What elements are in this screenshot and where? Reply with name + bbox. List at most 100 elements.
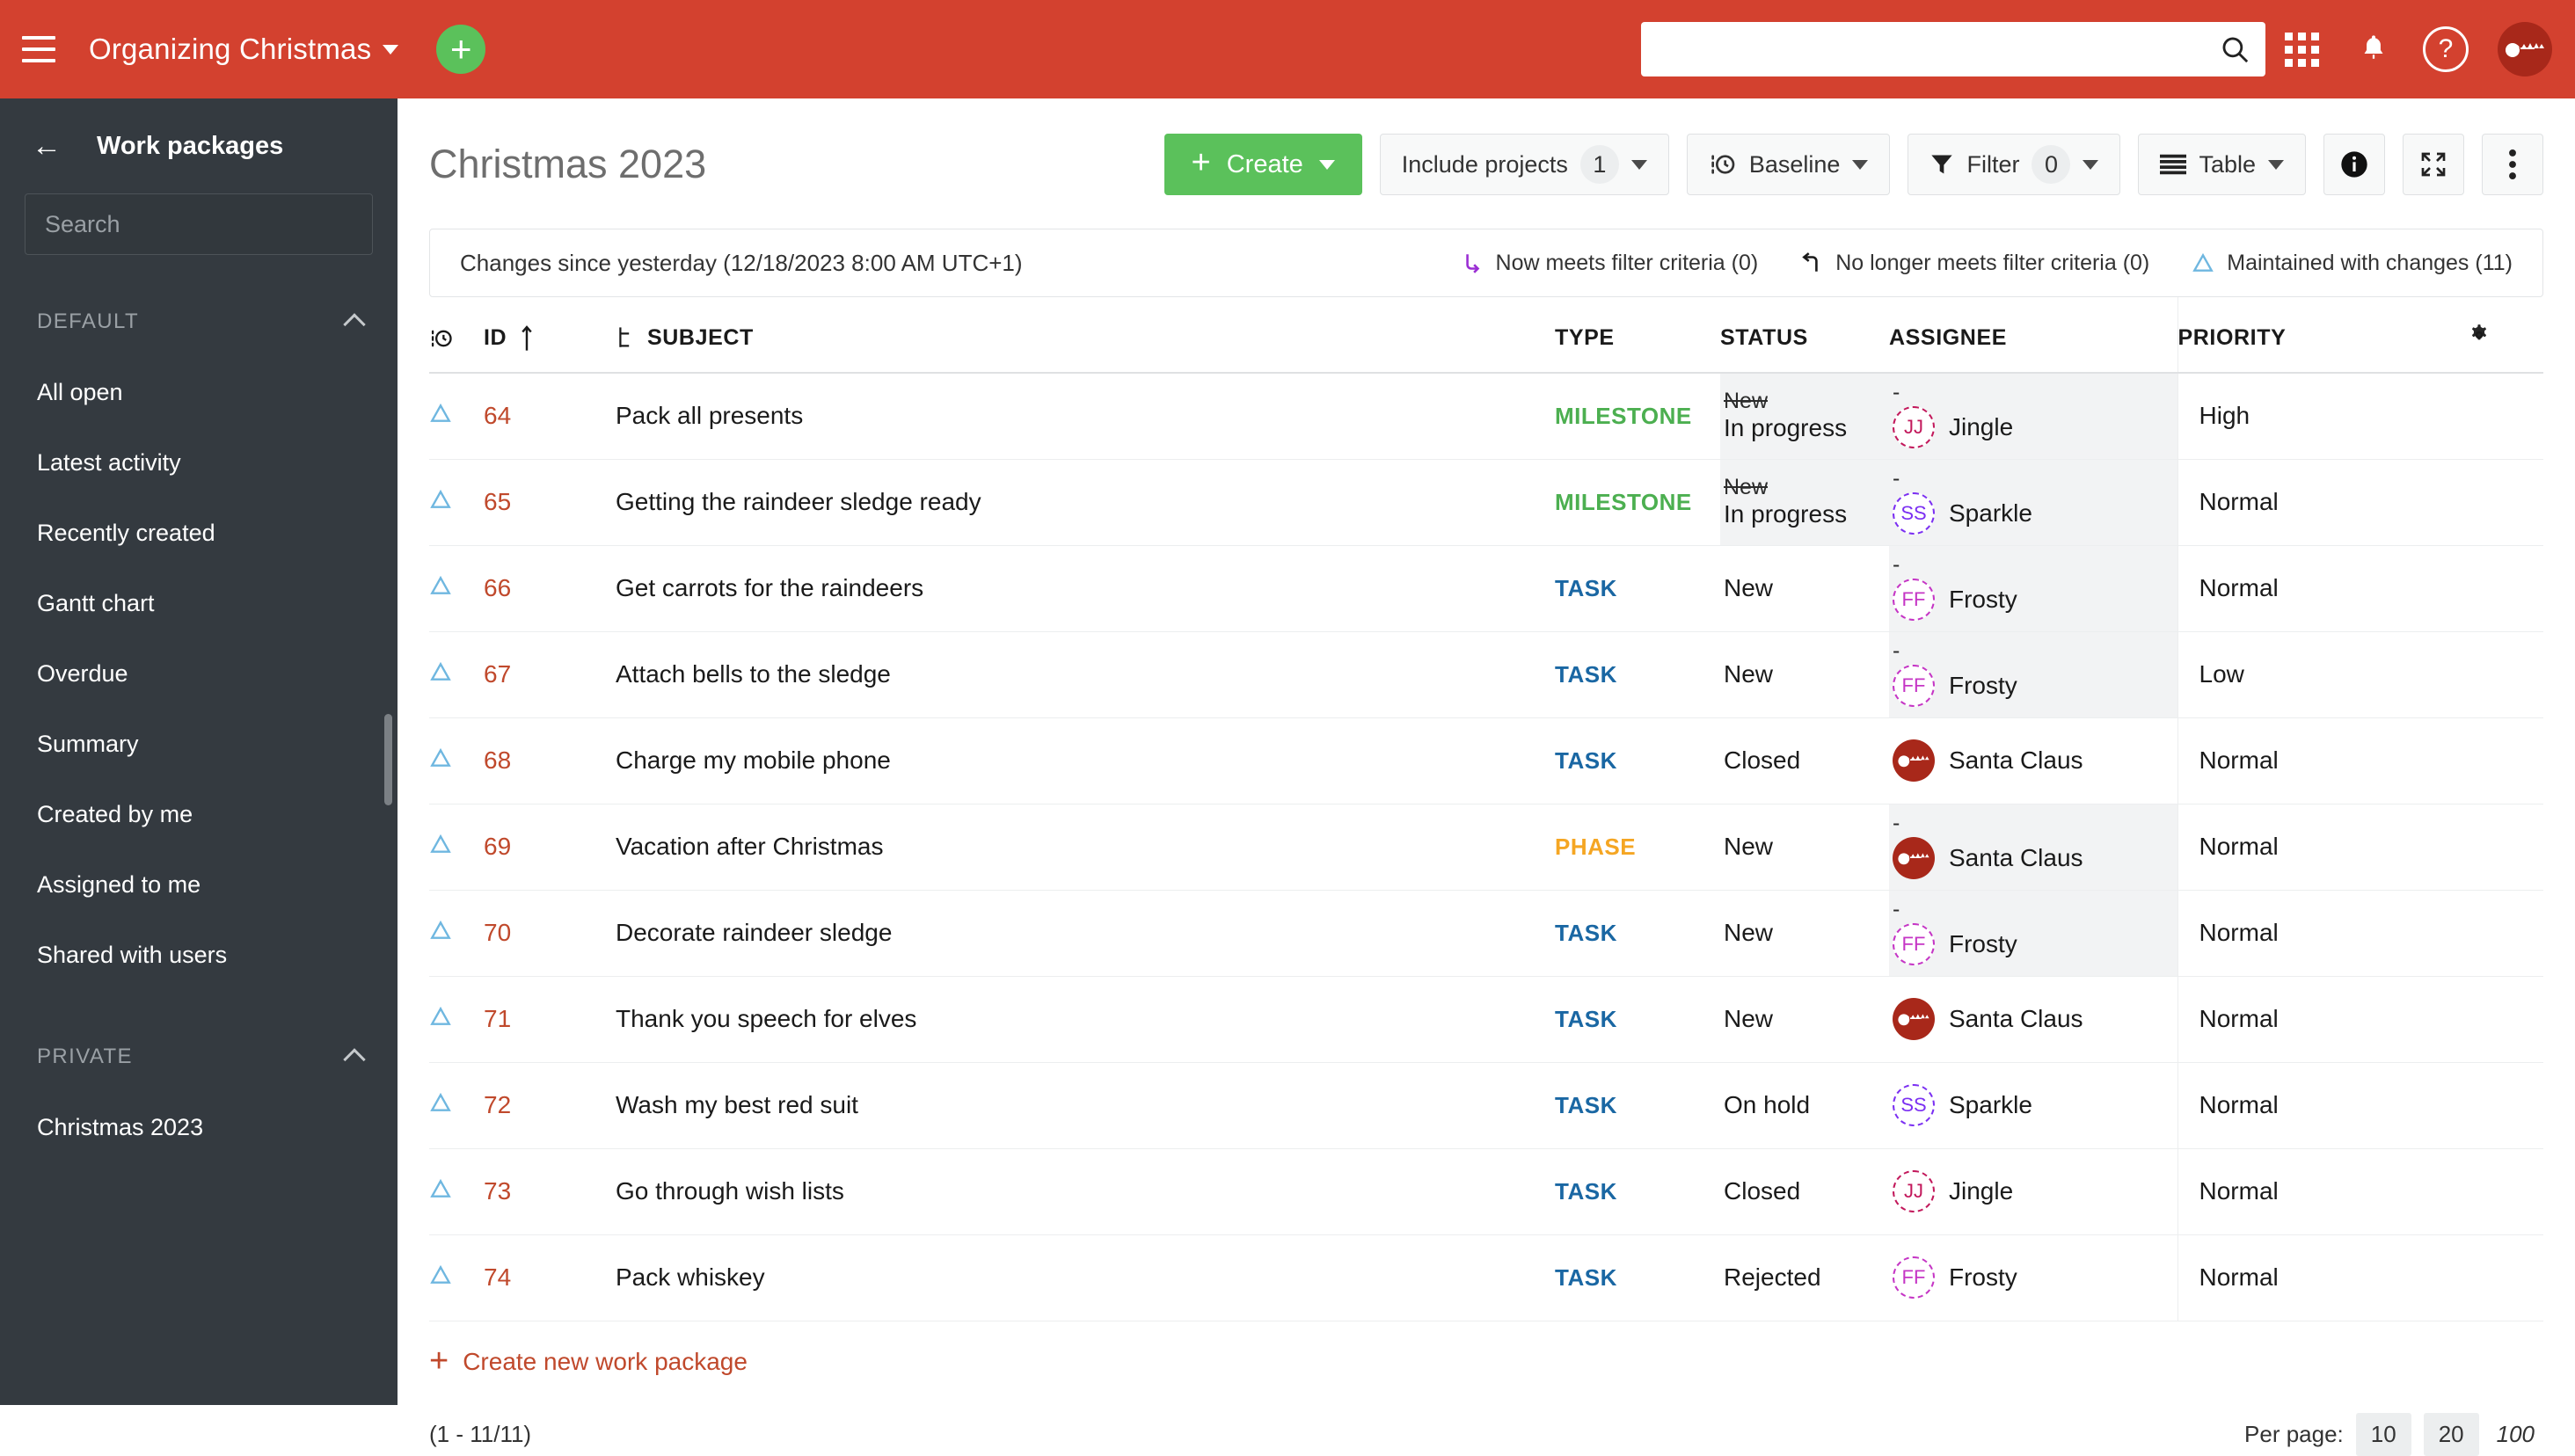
row-subject[interactable]: Vacation after Christmas <box>616 833 884 860</box>
baseline-button[interactable]: Baseline <box>1686 134 1891 195</box>
row-assignee[interactable]: - FF Frosty <box>1889 640 2177 707</box>
row-subject[interactable]: Decorate raindeer sledge <box>616 919 892 946</box>
more-menu-button[interactable] <box>2482 134 2543 195</box>
row-subject[interactable]: Get carrots for the raindeers <box>616 574 923 601</box>
help-button[interactable]: ? <box>2410 26 2482 72</box>
table-row[interactable]: 72 Wash my best red suit TASK On hold SS Spar… <box>429 1062 2543 1149</box>
sidebar-item-summary[interactable]: Summary <box>0 709 398 779</box>
row-type[interactable]: MILESTONE <box>1555 403 1692 429</box>
row-subject[interactable]: Attach bells to the sledge <box>616 660 891 688</box>
row-subject[interactable]: Thank you speech for elves <box>616 1005 916 1032</box>
row-assignee[interactable]: - FF Frosty <box>1889 899 2177 965</box>
row-subject[interactable]: Charge my mobile phone <box>616 746 891 774</box>
sidebar-search-input[interactable] <box>45 210 356 238</box>
arrow-left-icon[interactable]: ← <box>32 131 62 161</box>
row-type[interactable]: TASK <box>1555 1178 1617 1205</box>
row-type[interactable]: TASK <box>1555 920 1617 946</box>
table-row[interactable]: 69 Vacation after Christmas PHASE New - Santa… <box>429 804 2543 891</box>
row-id-link[interactable]: 64 <box>484 402 511 429</box>
modules-button[interactable] <box>2265 32 2338 67</box>
row-status[interactable]: New <box>1720 660 1889 688</box>
row-priority[interactable]: Normal <box>2199 919 2279 946</box>
row-status[interactable]: New <box>1720 1005 1889 1033</box>
row-status[interactable]: New <box>1720 833 1889 861</box>
sidebar-item-overdue[interactable]: Overdue <box>0 638 398 709</box>
row-status[interactable]: New In progress <box>1720 476 1889 528</box>
row-assignee[interactable]: Santa Claus <box>1889 998 2177 1040</box>
row-id-link[interactable]: 69 <box>484 833 511 860</box>
search-icon[interactable] <box>2220 34 2250 64</box>
sidebar-item-created-by-me[interactable]: Created by me <box>0 779 398 849</box>
row-type[interactable]: TASK <box>1555 747 1617 774</box>
row-subject[interactable]: Go through wish lists <box>616 1177 844 1205</box>
row-id-link[interactable]: 66 <box>484 574 511 601</box>
row-type[interactable]: TASK <box>1555 1006 1617 1032</box>
table-row[interactable]: 70 Decorate raindeer sledge TASK New - FF Fros… <box>429 890 2543 977</box>
row-status[interactable]: Closed <box>1720 1177 1889 1205</box>
column-header-settings[interactable] <box>2468 297 2543 374</box>
row-status[interactable]: New In progress <box>1720 389 1889 442</box>
sidebar-scrollbar[interactable] <box>384 714 392 805</box>
row-priority[interactable]: Normal <box>2199 488 2279 515</box>
column-header-type[interactable]: TYPE <box>1555 297 1720 374</box>
row-type[interactable]: PHASE <box>1555 834 1636 860</box>
row-priority[interactable]: Normal <box>2199 1091 2279 1118</box>
row-status[interactable]: New <box>1720 574 1889 602</box>
sidebar-section-private[interactable]: PRIVATE <box>0 1022 398 1092</box>
sidebar-item-latest-activity[interactable]: Latest activity <box>0 427 398 498</box>
row-priority[interactable]: Normal <box>2199 1177 2279 1205</box>
column-header-assignee[interactable]: ASSIGNEE <box>1889 297 2177 374</box>
row-assignee[interactable]: FF Frosty <box>1889 1256 2177 1299</box>
column-header-subject[interactable]: SUBJECT <box>616 297 1555 374</box>
global-search[interactable] <box>1641 22 2265 76</box>
create-button[interactable]: + Create <box>1163 134 1362 195</box>
row-assignee[interactable]: - FF Frosty <box>1889 554 2177 621</box>
view-table-button[interactable]: Table <box>2138 134 2306 195</box>
sidebar-item-shared-with-users[interactable]: Shared with users <box>0 920 398 990</box>
column-header-id[interactable]: ID <box>484 297 616 374</box>
row-status[interactable]: Rejected <box>1720 1263 1889 1292</box>
column-header-status[interactable]: STATUS <box>1720 297 1889 374</box>
row-id-link[interactable]: 70 <box>484 919 511 946</box>
chevron-up-icon[interactable] <box>343 313 366 336</box>
row-assignee[interactable]: - JJ Jingle <box>1889 382 2177 449</box>
row-priority[interactable]: Low <box>2199 660 2244 688</box>
table-row[interactable]: 71 Thank you speech for elves TASK New Santa… <box>429 976 2543 1063</box>
sidebar-item-christmas-2023[interactable]: Christmas 2023 <box>0 1092 398 1162</box>
per-page-option-20[interactable]: 20 <box>2423 1412 2479 1456</box>
table-row[interactable]: 73 Go through wish lists TASK Closed JJ Jingl… <box>429 1148 2543 1235</box>
table-row[interactable]: 65 Getting the raindeer sledge ready MILES… <box>429 459 2543 546</box>
info-button[interactable] <box>2323 134 2385 195</box>
table-row[interactable]: 67 Attach bells to the sledge TASK New - FF Fr… <box>429 631 2543 718</box>
table-row[interactable]: 74 Pack whiskey TASK Rejected FF Frosty Normal <box>429 1234 2543 1321</box>
table-row[interactable]: 66 Get carrots for the raindeers TASK New - F… <box>429 545 2543 632</box>
row-id-link[interactable]: 67 <box>484 660 511 688</box>
row-priority[interactable]: Normal <box>2199 746 2279 774</box>
per-page-option-100-selected[interactable]: 100 <box>2491 1413 2540 1456</box>
row-type[interactable]: TASK <box>1555 661 1617 688</box>
row-status[interactable]: On hold <box>1720 1091 1889 1119</box>
table-row[interactable]: 64 Pack all presents MILESTONE New In progre… <box>429 373 2543 460</box>
hamburger-icon[interactable] <box>22 36 55 62</box>
row-id-link[interactable]: 72 <box>484 1091 511 1118</box>
row-assignee[interactable]: Santa Claus <box>1889 739 2177 782</box>
row-assignee[interactable]: - Santa Claus <box>1889 812 2177 879</box>
filter-button[interactable]: Filter 0 <box>1908 134 2121 195</box>
row-id-link[interactable]: 65 <box>484 488 511 515</box>
global-create-button[interactable]: + <box>436 25 486 74</box>
row-subject[interactable]: Getting the raindeer sledge ready <box>616 488 981 515</box>
notifications-button[interactable] <box>2338 33 2410 66</box>
column-header-baseline[interactable] <box>429 297 484 374</box>
sidebar-search[interactable] <box>25 193 373 255</box>
row-type[interactable]: TASK <box>1555 1264 1617 1291</box>
create-new-work-package-button[interactable]: + Create new work package <box>398 1321 2575 1377</box>
row-id-link[interactable]: 74 <box>484 1263 511 1291</box>
row-type[interactable]: TASK <box>1555 1092 1617 1118</box>
include-projects-button[interactable]: Include projects 1 <box>1379 134 1669 195</box>
row-type[interactable]: TASK <box>1555 575 1617 601</box>
sidebar-section-default[interactable]: DEFAULT <box>0 287 398 357</box>
chevron-up-icon[interactable] <box>343 1048 366 1071</box>
row-id-link[interactable]: 71 <box>484 1005 511 1032</box>
row-id-link[interactable]: 68 <box>484 746 511 774</box>
legend-maintained-with-changes[interactable]: Maintained with changes (11) <box>2192 251 2513 276</box>
